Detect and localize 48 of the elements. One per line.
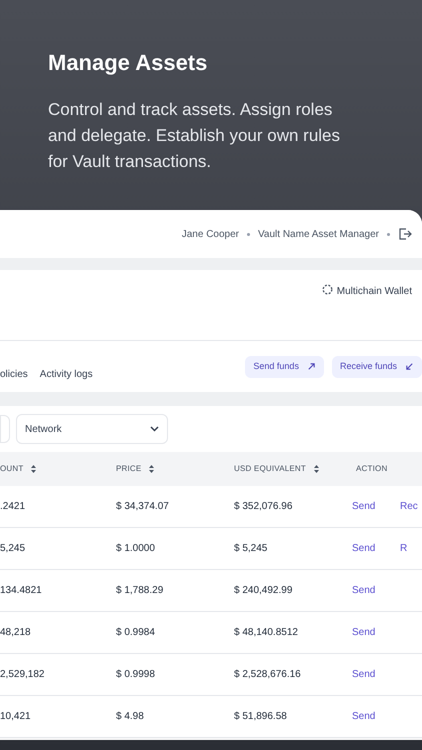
send-link[interactable]: Send <box>352 543 376 554</box>
send-link[interactable]: Send <box>352 711 376 722</box>
table-cell: $ 4.98 <box>116 711 144 722</box>
table-cell: $ 0.9984 <box>116 627 155 638</box>
table-cell: 48,218 <box>0 627 31 638</box>
send-link[interactable]: Send <box>352 669 376 680</box>
action-link[interactable]: R <box>400 543 408 554</box>
table-cell: $ 352,076.96 <box>234 501 292 512</box>
user-name: Jane Cooper <box>182 228 239 242</box>
send-link[interactable]: Send <box>352 585 376 596</box>
column-header: USD EQUIVALENT <box>234 463 306 475</box>
table-cell: 134.4821 <box>0 585 42 596</box>
hero-title: Manage Assets <box>48 49 208 77</box>
table-cell: $ 34,374.07 <box>116 501 169 512</box>
table-cell: $ 2,528,676.16 <box>234 669 301 680</box>
send-link[interactable]: Send <box>352 501 376 512</box>
table-cell: .2421 <box>0 501 26 512</box>
sort-icon <box>314 465 319 473</box>
dotted-circle-icon <box>322 284 333 295</box>
table-cell: $ 240,492.99 <box>234 585 292 596</box>
vault-name: Vault Name Asset Manager <box>258 228 379 242</box>
receive-funds-button[interactable]: Receive funds <box>332 356 422 378</box>
sort-icon <box>149 465 154 473</box>
arrow-up-right-icon <box>306 362 316 371</box>
hero-text: Control and track assets. Assign roles and delegate. Establish your own rules for Vault transactions. <box>48 99 342 173</box>
wallet-label: Multichain Wallet <box>336 285 412 299</box>
logout-icon[interactable] <box>398 227 412 241</box>
sort-icon <box>31 465 36 473</box>
table-cell: 5,245 <box>0 543 26 554</box>
tab[interactable]: olicies <box>0 367 28 382</box>
send-funds-button[interactable]: Send funds <box>245 356 324 378</box>
table-cell: $ 51,896.58 <box>234 711 287 722</box>
column-header: ACTION <box>356 463 388 475</box>
chevron-down-icon <box>150 426 159 432</box>
table-cell: $ 1.0000 <box>116 543 155 554</box>
arrow-down-left-icon <box>405 362 414 371</box>
network-select[interactable]: Network <box>16 414 168 444</box>
column-header: PRICE <box>116 463 142 475</box>
table-cell: $ 0.9998 <box>116 669 155 680</box>
table-cell: $ 1,788.29 <box>116 585 164 596</box>
table-cell: $ 5,245 <box>234 543 268 554</box>
column-header: OUNT <box>0 463 24 475</box>
action-link[interactable]: Rec <box>400 501 418 512</box>
table-cell: 2,529,182 <box>0 669 44 680</box>
send-link[interactable]: Send <box>352 627 376 638</box>
tab[interactable]: Activity logs <box>40 367 93 382</box>
table-cell: 10,421 <box>0 711 31 722</box>
table-cell: $ 48,140.8512 <box>234 627 298 638</box>
